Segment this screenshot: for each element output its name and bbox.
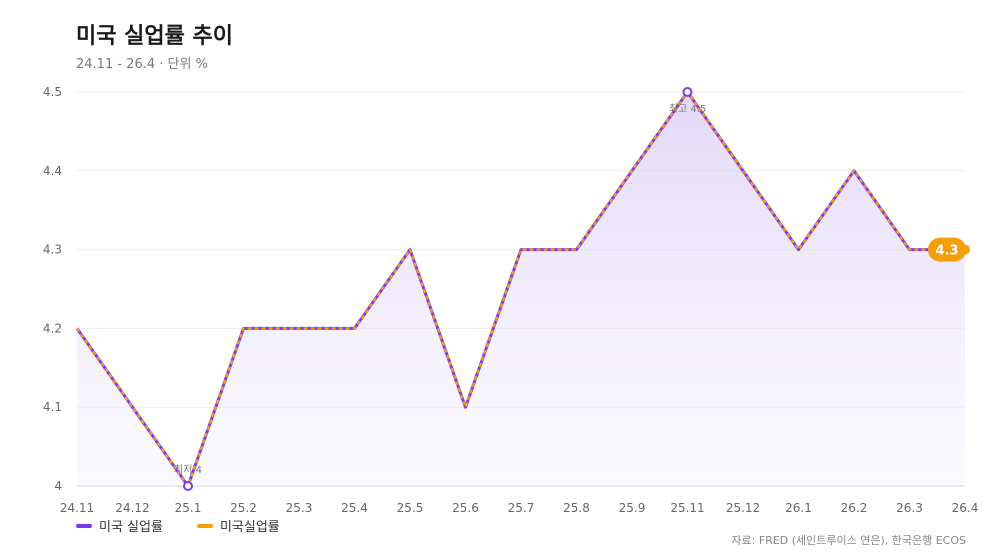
line-chart: 4 4.1 4.2 4.3 4.4 4.5 24.11 24.12 25.1 25.2 25.3 25… (43, 85, 979, 515)
x-tick-label: 25.2 (230, 501, 257, 515)
y-tick-label: 4 (54, 479, 62, 493)
y-tick-label: 4.5 (43, 85, 62, 99)
annotation-label: 최저 4 (174, 464, 202, 476)
x-tick-label: 26.2 (841, 501, 868, 515)
x-tick-label: 25.8 (563, 501, 590, 515)
extreme-marker (183, 481, 193, 491)
legend: 미국 실업률 미국실업률 (76, 516, 280, 535)
x-tick-label: 25.12 (726, 501, 760, 515)
x-tick-label: 25.11 (670, 501, 704, 515)
x-tick-label: 25.7 (508, 501, 535, 515)
x-tick-label: 25.9 (619, 501, 646, 515)
legend-swatch-purple (76, 523, 92, 528)
legend-label-series-1: 미국 실업률 (99, 520, 163, 535)
legend-item-series-2[interactable]: 미국실업률 (196, 516, 280, 535)
x-tick-label: 26.1 (785, 501, 812, 515)
x-tick-label: 25.5 (397, 501, 424, 515)
x-tick-label: 24.12 (115, 501, 149, 515)
last-value-label: 4.3 (935, 244, 958, 259)
x-tick-label: 26.4 (952, 501, 979, 515)
extreme-marker (682, 87, 693, 97)
y-tick-label: 4.4 (43, 164, 62, 178)
y-tick-label: 4.1 (43, 400, 62, 414)
source-note: 자료: FRED (세인트루이스 연은), 한국은행 ECOS (731, 534, 966, 547)
y-tick-label: 4.3 (43, 243, 62, 257)
y-tick-label: 4.2 (43, 321, 62, 335)
x-tick-label: 25.1 (175, 501, 202, 515)
x-tick-label: 25.3 (286, 501, 313, 515)
legend-item-series-1[interactable]: 미국 실업률 (76, 516, 163, 535)
x-tick-label: 25.6 (452, 501, 479, 515)
x-tick-label: 25.4 (341, 501, 368, 515)
annotation-label: 최고 4.5 (669, 103, 706, 115)
x-tick-label: 24.11 (60, 501, 94, 515)
legend-swatch-orange (196, 523, 213, 528)
legend-label-series-2: 미국실업률 (219, 520, 280, 535)
x-tick-label: 26.3 (896, 501, 923, 515)
